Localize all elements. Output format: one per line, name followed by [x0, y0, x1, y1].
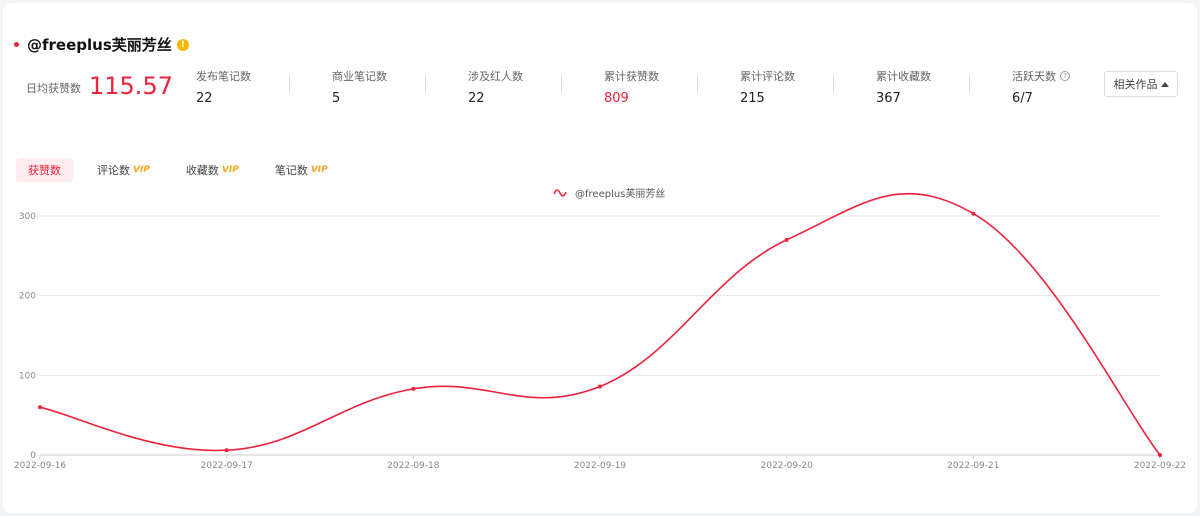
data-point: [1158, 453, 1162, 457]
y-tick-label: 100: [19, 371, 36, 381]
y-tick-label: 200: [19, 292, 36, 302]
x-tick-label: 2022-09-17: [201, 461, 253, 471]
data-point: [38, 405, 42, 410]
x-tick-label: 2022-09-20: [761, 461, 814, 471]
data-point: [784, 237, 789, 242]
likes-line-chart: 0 100 200 300 2022-09-16 2022-09-17 2022-09-18…: [14, 192, 1186, 471]
x-tick-label: 2022-09-22: [1134, 461, 1186, 471]
x-tick-label: 2022-09-16: [14, 461, 67, 471]
data-point: [971, 211, 976, 216]
data-point: [224, 448, 229, 453]
chart-grid: [40, 215, 1160, 456]
series-line: [39, 192, 1161, 456]
chart-axes: 0 100 200 300 2022-09-16 2022-09-17 2022-09-18…: [14, 212, 1186, 471]
chart-series: [38, 192, 1162, 457]
x-tick-label: 2022-09-21: [947, 461, 999, 471]
data-point: [598, 384, 602, 389]
x-tick-label: 2022-09-19: [574, 461, 627, 471]
y-tick-label: 0: [30, 451, 36, 461]
x-tick-label: 2022-09-18: [387, 461, 440, 471]
y-tick-label: 300: [19, 212, 36, 222]
data-point: [411, 386, 416, 391]
